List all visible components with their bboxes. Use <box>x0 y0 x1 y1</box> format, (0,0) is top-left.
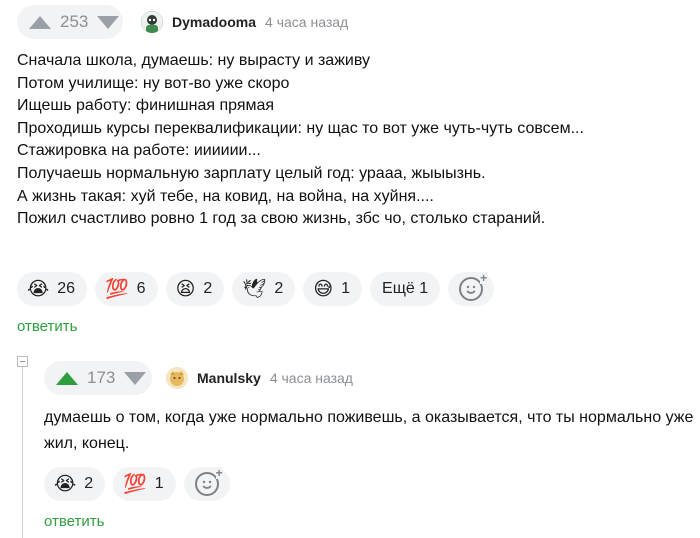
rating-value: 253 <box>60 12 89 31</box>
comment-line: Сначала школа, думаешь: ну вырасту и заж… <box>17 52 370 69</box>
comment-body: Сначала школа, думаешь: ну вырасту и заж… <box>17 50 584 231</box>
upvote-icon[interactable] <box>29 15 51 29</box>
reaction-dove[interactable]: 🕊 2 <box>232 272 296 306</box>
grinning-sweat-face-icon: 😅 <box>313 278 334 300</box>
comment-line: А жизнь такая: хуй тебе, на ковид, на во… <box>17 187 434 205</box>
reaction-crying[interactable]: 😭 2 <box>44 467 106 501</box>
comment-line: жил, конец. <box>44 435 130 452</box>
reactions-bar: 😭 2 💯 1 + <box>44 467 238 501</box>
reaction-count: 6 <box>136 280 146 297</box>
reaction-count: 2 <box>274 280 284 297</box>
vote-control: 173 <box>44 361 152 395</box>
comment-body: думаешь о том, когда уже нормально пожив… <box>44 405 693 457</box>
collapse-thread-icon[interactable] <box>17 356 28 367</box>
avatar[interactable] <box>166 367 188 389</box>
downvote-icon[interactable] <box>97 15 120 29</box>
more-reactions-label: Ещё 1 <box>382 280 429 297</box>
timestamp[interactable]: 4 часа назад <box>270 370 353 386</box>
reaction-hundred[interactable]: 💯 6 <box>95 272 158 306</box>
rating-value: 173 <box>87 368 116 387</box>
reaction-count: 2 <box>84 475 94 492</box>
author-name[interactable]: Dymadooma <box>172 14 256 30</box>
comment-line: Пожил счастливо ровно 1 год за свою жизн… <box>17 210 546 228</box>
reaction-crying[interactable]: 😭 26 <box>17 272 87 306</box>
author-name[interactable]: Manulsky <box>197 370 261 386</box>
reaction-count: 2 <box>203 280 213 297</box>
thread-line[interactable] <box>22 365 23 538</box>
tired-face-icon: 😫 <box>175 278 196 300</box>
add-reaction-button[interactable]: + <box>448 272 495 306</box>
comment-line: Проходишь курсы переквалификации: ну щас… <box>17 119 584 137</box>
reaction-tired[interactable]: 😫 2 <box>165 272 225 306</box>
more-reactions-button[interactable]: Ещё 1 <box>370 272 441 306</box>
upvote-icon[interactable] <box>56 371 78 385</box>
comment-line: Получаешь нормальную зарплату целый год:… <box>17 164 486 182</box>
comment-line: Стажировка на работе: ииииии... <box>17 142 261 160</box>
author-line: Dymadooma 4 часа назад <box>141 11 348 33</box>
reaction-hundred[interactable]: 💯 1 <box>113 467 176 501</box>
comment-line: Потом училище: ну вот-во уже скоро <box>17 74 290 92</box>
timestamp[interactable]: 4 часа назад <box>265 14 348 30</box>
add-emoji-icon: + <box>459 272 488 301</box>
hundred-points-icon: 💯 <box>105 278 129 300</box>
author-line: Manulsky 4 часа назад <box>166 367 353 389</box>
add-reaction-button[interactable]: + <box>183 467 230 501</box>
crying-face-icon: 😭 <box>27 278 50 300</box>
comment-line: Ищешь работу: финишная прямая <box>17 97 275 115</box>
reaction-count: 26 <box>57 280 75 297</box>
downvote-icon[interactable] <box>124 371 147 385</box>
reactions-bar: 😭 26 💯 6 😫 2 🕊 2 😅 1 Ещё 1 + <box>17 272 502 306</box>
reaction-count: 1 <box>154 475 164 492</box>
avatar[interactable] <box>141 11 163 33</box>
hundred-points-icon: 💯 <box>123 473 147 495</box>
reply-link[interactable]: ответить <box>44 513 104 530</box>
add-emoji-icon: + <box>194 467 223 496</box>
reaction-sweat[interactable]: 😅 1 <box>303 272 363 306</box>
comment-line: думаешь о том, когда уже нормально пожив… <box>44 409 694 426</box>
reaction-count: 1 <box>341 280 351 297</box>
reply-link[interactable]: ответить <box>17 318 77 335</box>
crying-face-icon: 😭 <box>54 473 77 495</box>
vote-control: 253 <box>17 5 123 39</box>
dove-icon: 🕊 <box>242 278 267 300</box>
